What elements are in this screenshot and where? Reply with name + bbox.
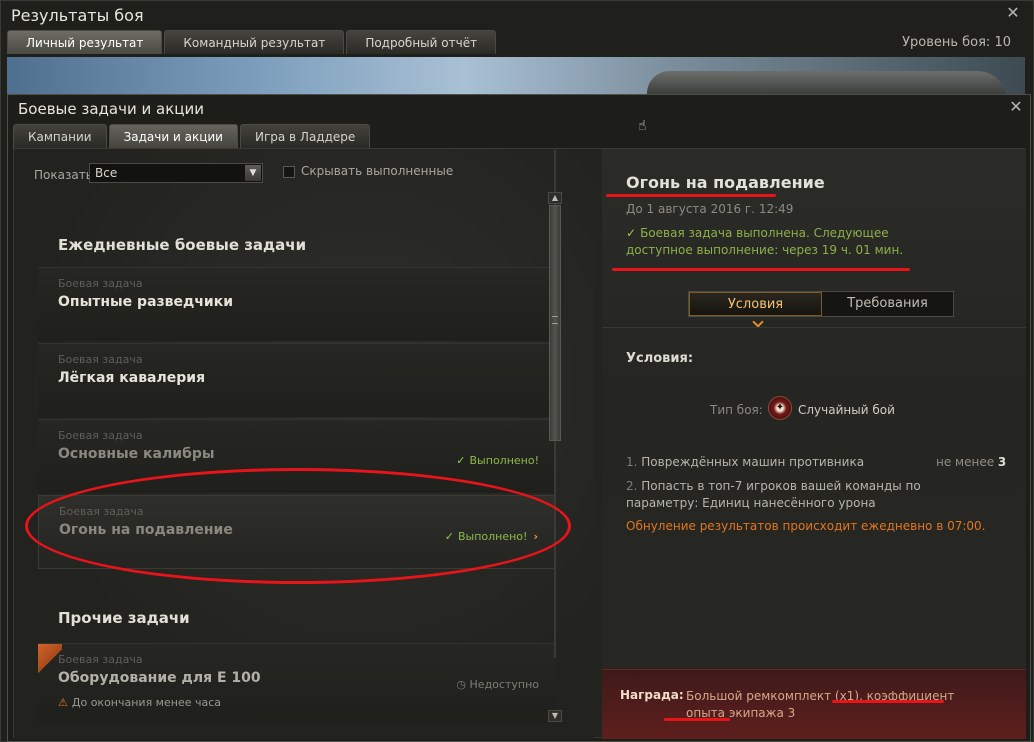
- close-icon[interactable]: ✕: [1005, 5, 1021, 21]
- condition-text: Повреждённых машин противника: [641, 455, 865, 469]
- quest-status: ◷ Недоступно: [456, 678, 539, 691]
- quest-deadline: До 1 августа 2016 г. 12:49: [626, 202, 794, 216]
- condition-text: Попасть в топ-7 игроков вашей команды по…: [626, 479, 921, 510]
- quest-card[interactable]: Боевая задача Оборудование для Е 100 ◷ Н…: [38, 643, 555, 723]
- quest-kind: Боевая задача: [58, 653, 143, 666]
- quest-kind: Боевая задача: [58, 277, 143, 290]
- quest-tabs: Кампании Задачи и акции Игра в Ладдере: [13, 124, 371, 148]
- tab-personal-result[interactable]: Личный результат: [7, 30, 163, 54]
- results-tabs: Личный результат Командный результат Под…: [7, 30, 497, 54]
- battle-type-value: Случайный бой: [798, 403, 895, 417]
- quest-details-pane: Огонь на подавление До 1 августа 2016 г.…: [602, 149, 1026, 739]
- filter-select[interactable]: Все ▼: [89, 163, 263, 183]
- annotation-underline: [612, 268, 910, 271]
- tab-team-result[interactable]: Командный результат: [164, 30, 345, 54]
- quests-dialog: Боевые задачи и акции ✕ Кампании Задачи …: [7, 94, 1031, 742]
- quest-status: ✓ Выполнено!: [456, 454, 539, 467]
- quest-name: Опытные разведчики: [58, 294, 234, 310]
- warning-text: До окончания менее часа: [71, 696, 222, 709]
- hand-cursor-icon: ☝: [638, 118, 647, 134]
- tab-ladder[interactable]: Игра в Ладдере: [239, 124, 371, 148]
- random-battle-icon: ✦: [768, 396, 792, 420]
- quest-list-pane: Показать: Все ▼ Скрывать выполненные Еже…: [14, 149, 594, 739]
- tab-detailed-report[interactable]: Подробный отчёт: [346, 30, 497, 54]
- battle-level: Уровень боя: 10: [902, 35, 1011, 50]
- quest-name: Лёгкая кавалерия: [58, 370, 206, 386]
- status-text: Недоступно: [469, 678, 539, 691]
- warning-icon: ⚠: [58, 696, 68, 709]
- battle-type-label: Тип боя:: [710, 403, 763, 417]
- check-icon: ✓: [626, 226, 637, 240]
- quest-name: Основные калибры: [58, 446, 215, 462]
- tab-requirements[interactable]: Требования: [822, 292, 953, 316]
- tab-conditions[interactable]: Условия: [689, 292, 822, 316]
- annotation-ellipse: [25, 468, 571, 584]
- scrollbar-thumb[interactable]: [549, 205, 561, 441]
- window-title: Результаты боя: [11, 6, 144, 25]
- quest-title: Огонь на подавление: [626, 173, 825, 192]
- condition-1-value: не менее 3: [936, 455, 1006, 469]
- dialog-title: Боевые задачи и акции: [18, 100, 204, 118]
- reward-text: Большой ремкомплект (x1), коэффициент оп…: [686, 689, 955, 720]
- condition-1: 1. Повреждённых машин противника: [626, 455, 864, 469]
- annotation-underline: [664, 718, 730, 721]
- quest-card[interactable]: Боевая задача Опытные разведчики: [38, 267, 555, 341]
- details-segmented-control: Условия Требования: [688, 291, 954, 317]
- reward-panel: Награда: Большой ремкомплект (x1), коэфф…: [602, 669, 1026, 739]
- dialog-body: Показать: Все ▼ Скрывать выполненные Еже…: [13, 148, 1026, 739]
- condition-number: 1.: [626, 455, 638, 469]
- condition-number: 2.: [626, 479, 638, 493]
- condition-min-value: 3: [997, 455, 1007, 469]
- tab-tasks-and-actions[interactable]: Задачи и акции: [108, 124, 238, 148]
- check-icon: ✓: [456, 454, 466, 467]
- grip-icon: [552, 316, 558, 324]
- clock-icon: ◷: [456, 678, 470, 691]
- filter-select-value: Все: [95, 166, 118, 180]
- other-section-title: Прочие задачи: [58, 609, 190, 627]
- condition-min-label: не менее: [936, 455, 995, 469]
- status-text: Выполнено!: [469, 454, 539, 467]
- reset-note: Обнуление результатов происходит ежеднев…: [626, 519, 986, 533]
- hide-completed-label[interactable]: Скрывать выполненные: [301, 164, 453, 178]
- quest-completed-status: ✓ Боевая задача выполнена. Следующее дост…: [626, 225, 926, 259]
- daily-section-title: Ежедневные боевые задачи: [58, 236, 307, 254]
- conditions-title: Условия:: [626, 351, 694, 366]
- scroll-down-icon[interactable]: ▼: [548, 710, 562, 722]
- condition-2: 2. Попасть в топ-7 игроков вашей команды…: [626, 478, 996, 512]
- chevron-down-icon[interactable]: ▼: [245, 165, 261, 181]
- quest-card[interactable]: Боевая задача Лёгкая кавалерия: [38, 343, 555, 417]
- reward-label: Награда:: [620, 688, 684, 702]
- quest-kind: Боевая задача: [58, 353, 143, 366]
- filter-label: Показать:: [34, 168, 97, 182]
- divider: [602, 327, 1026, 328]
- tab-campaigns[interactable]: Кампании: [13, 124, 107, 148]
- hide-completed-checkbox[interactable]: [283, 166, 295, 178]
- completed-text: Боевая задача выполнена. Следующее досту…: [626, 226, 904, 257]
- scroll-up-icon[interactable]: ▲: [548, 192, 562, 204]
- quest-kind: Боевая задача: [58, 429, 143, 442]
- annotation-underline: [832, 700, 944, 703]
- quest-warning: ⚠ До окончания менее часа: [58, 696, 221, 709]
- annotation-underline: [606, 194, 776, 197]
- quest-name: Оборудование для Е 100: [58, 670, 261, 686]
- close-icon[interactable]: ✕: [1008, 99, 1024, 115]
